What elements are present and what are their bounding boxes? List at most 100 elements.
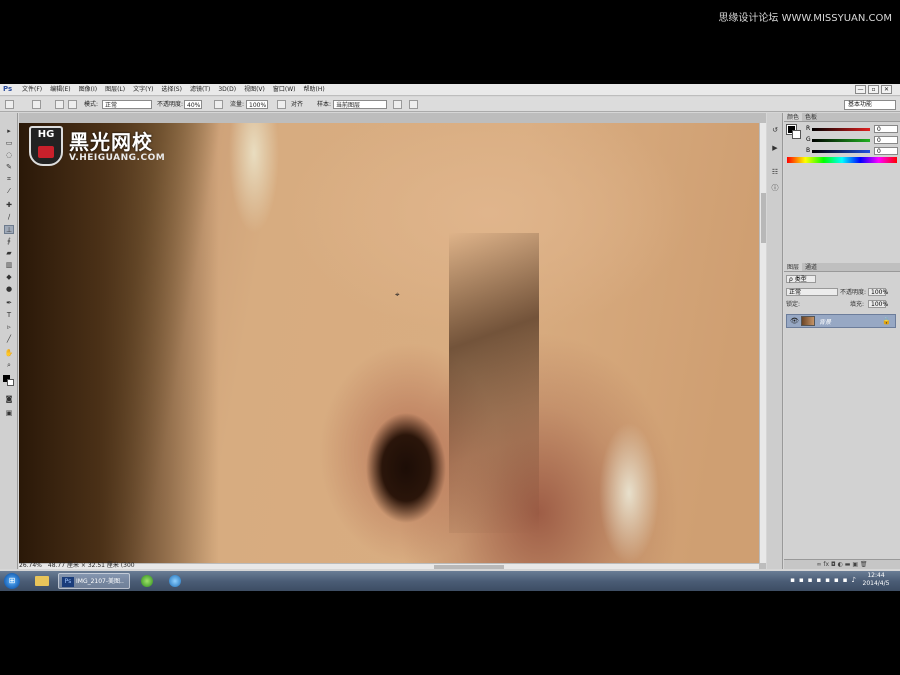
quick-select-tool-icon[interactable]: ✎ bbox=[4, 163, 14, 172]
slider-g-value[interactable]: 0 bbox=[874, 136, 898, 144]
volume-icon[interactable]: ♪ bbox=[852, 576, 856, 584]
clock-time: 12:44 bbox=[867, 572, 885, 579]
menu-layer[interactable]: 图层(L) bbox=[103, 86, 127, 94]
blur-tool-icon[interactable]: ◆ bbox=[4, 273, 14, 282]
color-panel: 颜色 色板 R 0 G 0 B 0 bbox=[784, 113, 900, 175]
menu-help[interactable]: 帮助(H) bbox=[302, 86, 327, 94]
menu-edit[interactable]: 编辑(E) bbox=[48, 86, 72, 94]
menu-window[interactable]: 窗口(W) bbox=[271, 86, 298, 94]
tray-icon-1[interactable]: ▪ bbox=[790, 576, 795, 584]
zoom-tool-icon[interactable]: ⌕ bbox=[4, 361, 14, 370]
menu-type[interactable]: 文字(Y) bbox=[131, 86, 155, 94]
brush-preset-icon[interactable] bbox=[32, 100, 41, 109]
marquee-tool-icon[interactable]: ▭ bbox=[4, 139, 14, 148]
history-panel-icon[interactable]: ↺ bbox=[770, 125, 780, 135]
visibility-eye-icon[interactable]: 👁 bbox=[790, 317, 799, 325]
crop-tool-icon[interactable]: ⌗ bbox=[4, 175, 14, 184]
path-select-tool-icon[interactable]: ▹ bbox=[4, 323, 14, 332]
minimize-button[interactable]: — bbox=[855, 85, 866, 94]
background-color-swatch[interactable] bbox=[7, 379, 14, 386]
blend-mode-select[interactable]: 正常 bbox=[786, 288, 838, 296]
brush-tool-icon[interactable]: ∕ bbox=[4, 213, 14, 222]
layer-kind-filter[interactable]: ρ 类型 bbox=[786, 275, 816, 283]
tray-icon-7[interactable]: ▪ bbox=[843, 576, 848, 584]
tab-swatches[interactable]: 色板 bbox=[802, 113, 820, 121]
eyedropper-tool-icon[interactable]: ⁄ bbox=[4, 187, 14, 196]
flow-label: 流量: bbox=[230, 101, 245, 108]
slider-r-bar[interactable] bbox=[812, 128, 870, 131]
tray-icon-6[interactable]: ▪ bbox=[834, 576, 839, 584]
fill-input[interactable]: 100% bbox=[868, 300, 888, 308]
horizontal-scroll-thumb[interactable] bbox=[434, 565, 504, 569]
slider-b-value[interactable]: 0 bbox=[874, 147, 898, 155]
tab-channels[interactable]: 通道 bbox=[802, 263, 820, 271]
menu-items: 文件(F) 编辑(E) 图像(I) 图层(L) 文字(Y) 选择(S) 滤镜(T… bbox=[20, 86, 327, 94]
vertical-scrollbar[interactable] bbox=[759, 123, 766, 563]
pressure-size-icon[interactable] bbox=[409, 100, 418, 109]
slider-g-bar[interactable] bbox=[812, 139, 870, 142]
sample-select[interactable]: 当前图层 bbox=[333, 100, 387, 109]
tray-icon-3[interactable]: ▪ bbox=[808, 576, 813, 584]
slider-b-bar[interactable] bbox=[812, 150, 870, 153]
menu-image[interactable]: 图像(I) bbox=[77, 86, 99, 94]
healing-brush-tool-icon[interactable]: ✚ bbox=[4, 201, 14, 210]
explorer-taskbar-button[interactable] bbox=[32, 573, 52, 589]
screen-mode-icon[interactable]: ▣ bbox=[4, 409, 14, 418]
menu-3d[interactable]: 3D(D) bbox=[216, 86, 238, 94]
ignore-adjustment-icon[interactable] bbox=[393, 100, 402, 109]
pressure-opacity-icon[interactable] bbox=[214, 100, 223, 109]
clone-stamp-tool-icon[interactable]: ⊥ bbox=[4, 225, 14, 234]
type-tool-icon[interactable]: T bbox=[4, 311, 14, 320]
tab-layers[interactable]: 图层 bbox=[784, 263, 803, 271]
pen-tool-icon[interactable]: ✒ bbox=[4, 299, 14, 308]
menu-select[interactable]: 选择(S) bbox=[159, 86, 184, 94]
color-spectrum-bar[interactable] bbox=[787, 157, 897, 163]
menu-filter[interactable]: 滤镜(T) bbox=[188, 86, 212, 94]
system-clock[interactable]: 12:44 2014/4/5 bbox=[858, 572, 894, 588]
opacity-input[interactable]: 40% bbox=[184, 100, 202, 109]
layer-row-background[interactable]: 👁 背景 🔒 bbox=[786, 314, 896, 328]
menu-view[interactable]: 视图(V) bbox=[242, 86, 267, 94]
flow-input[interactable]: 100% bbox=[246, 100, 268, 109]
tray-icon-2[interactable]: ▪ bbox=[799, 576, 804, 584]
gradient-tool-icon[interactable]: ▥ bbox=[4, 261, 14, 270]
eraser-tool-icon[interactable]: ▰ bbox=[4, 249, 14, 258]
info-panel-icon[interactable]: ⓘ bbox=[770, 183, 780, 193]
photoshop-taskbar-button[interactable]: Ps IMG_2107-美图.. bbox=[58, 573, 130, 589]
slider-b[interactable]: B 0 bbox=[806, 147, 900, 155]
airbrush-icon[interactable] bbox=[277, 100, 286, 109]
slider-r[interactable]: R 0 bbox=[806, 125, 900, 133]
tray-icon-5[interactable]: ▪ bbox=[825, 576, 830, 584]
app-taskbar-button-4[interactable] bbox=[166, 573, 184, 589]
brush-panel-icon[interactable] bbox=[55, 100, 64, 109]
aligned-checkbox[interactable]: 对齐 bbox=[291, 100, 303, 109]
app-taskbar-button-3[interactable] bbox=[138, 573, 156, 589]
tray-icon-4[interactable]: ▪ bbox=[817, 576, 822, 584]
tab-color[interactable]: 颜色 bbox=[784, 113, 803, 121]
history-brush-tool-icon[interactable]: ∮ bbox=[4, 237, 14, 246]
color-background-swatch[interactable] bbox=[792, 130, 801, 139]
restore-button[interactable]: ▫ bbox=[868, 85, 879, 94]
shape-tool-icon[interactable]: ╱ bbox=[4, 335, 14, 344]
hand-tool-icon[interactable]: ✋ bbox=[4, 349, 14, 358]
close-button[interactable]: ✕ bbox=[881, 85, 892, 94]
mode-select[interactable]: 正常 bbox=[102, 100, 152, 109]
actions-panel-icon[interactable]: ▶ bbox=[770, 143, 780, 153]
layer-opacity-input[interactable]: 100% bbox=[868, 288, 888, 296]
dodge-tool-icon[interactable]: ● bbox=[4, 285, 14, 294]
clone-stamp-tool-icon[interactable] bbox=[5, 100, 14, 109]
clone-source-icon[interactable] bbox=[68, 100, 77, 109]
image-canvas[interactable]: ⌖ HG 黑光网校 V.HEIGUANG.COM bbox=[19, 123, 759, 563]
move-tool-icon[interactable]: ▸ bbox=[4, 127, 14, 136]
slider-r-value[interactable]: 0 bbox=[874, 125, 898, 133]
quick-mask-icon[interactable]: ◙ bbox=[4, 395, 14, 404]
workspace-select[interactable]: 基本功能 bbox=[844, 100, 896, 110]
zoom-level[interactable]: 26.74% bbox=[19, 562, 42, 570]
slider-g[interactable]: G 0 bbox=[806, 136, 900, 144]
vertical-scroll-thumb[interactable] bbox=[761, 193, 766, 243]
properties-panel-icon[interactable]: ☷ bbox=[770, 167, 780, 177]
layers-footer-icons[interactable]: ∞ fx ◘ ◐ ▬ ▣ 🗑 bbox=[784, 559, 900, 569]
menu-file[interactable]: 文件(F) bbox=[20, 86, 44, 94]
start-button[interactable]: ⊞ bbox=[4, 573, 20, 589]
lasso-tool-icon[interactable]: ◌ bbox=[4, 151, 14, 160]
